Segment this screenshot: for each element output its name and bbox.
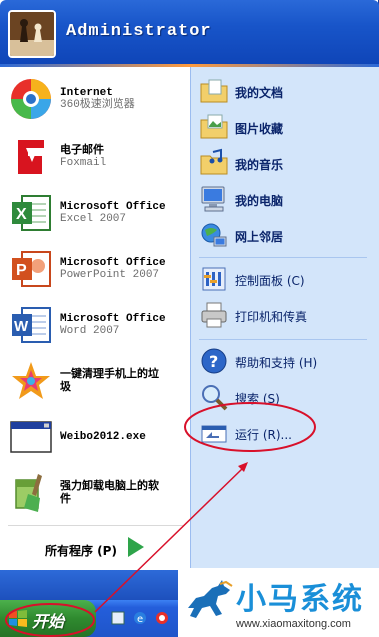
places-panel: 我的文档 图片收藏 我的音乐 我的电脑 网上邻居 控制面板 (C) 打印机和传真… bbox=[190, 67, 379, 570]
svg-text:X: X bbox=[16, 206, 27, 223]
place-my-computer[interactable]: 我的电脑 bbox=[197, 181, 375, 217]
computer-icon bbox=[199, 184, 229, 214]
browser-360-icon bbox=[8, 76, 54, 122]
start-label: 开始 bbox=[32, 612, 65, 631]
pictures-folder-icon bbox=[199, 112, 229, 142]
pinned-programs-panel: Internet 360极速浏览器 电子邮件 Foxmail X Microso… bbox=[0, 67, 190, 570]
music-folder-icon bbox=[199, 148, 229, 178]
program-title: 强力卸载电脑上的软 bbox=[60, 481, 159, 493]
program-subtitle: PowerPoint 2007 bbox=[60, 269, 160, 281]
place-label: 我的音乐 bbox=[235, 158, 284, 172]
all-programs-label: 所有程序 (P) bbox=[45, 544, 117, 558]
program-subtitle: Foxmail bbox=[60, 157, 107, 169]
documents-folder-icon bbox=[199, 76, 229, 106]
program-title: Microsoft Office bbox=[60, 201, 166, 213]
program-title: Weibo2012.exe bbox=[60, 431, 146, 443]
program-item-phone-cleaner[interactable]: 一键清理手机上的垃 圾 bbox=[0, 353, 190, 409]
program-title-line2: 件 bbox=[60, 494, 71, 506]
place-label: 控制面板 (C) bbox=[235, 274, 305, 288]
place-help[interactable]: ? 帮助和支持 (H) bbox=[197, 343, 375, 379]
ie-icon[interactable]: e bbox=[132, 610, 148, 626]
broom-icon bbox=[8, 470, 54, 516]
app-window-icon bbox=[8, 414, 54, 460]
search-icon bbox=[199, 382, 229, 412]
program-subtitle: 360极速浏览器 bbox=[60, 99, 135, 111]
program-item-excel[interactable]: X Microsoft Office Excel 2007 bbox=[0, 185, 190, 241]
horse-logo-icon bbox=[182, 574, 236, 632]
program-item-powerpoint[interactable]: P Microsoft Office PowerPoint 2007 bbox=[0, 241, 190, 297]
quick-launch-icon[interactable] bbox=[110, 610, 126, 626]
place-my-music[interactable]: 我的音乐 bbox=[197, 145, 375, 181]
svg-text:P: P bbox=[16, 262, 27, 279]
svg-text:W: W bbox=[14, 318, 29, 335]
place-label: 打印机和传真 bbox=[235, 310, 308, 324]
place-network[interactable]: 网上邻居 bbox=[197, 217, 375, 253]
program-item-word[interactable]: W Microsoft Office Word 2007 bbox=[0, 297, 190, 353]
place-label: 网上邻居 bbox=[235, 230, 284, 244]
separator bbox=[199, 257, 367, 258]
place-my-documents[interactable]: 我的文档 bbox=[197, 73, 375, 109]
word-icon: W bbox=[8, 302, 54, 348]
program-title: Microsoft Office bbox=[60, 313, 166, 325]
watermark: 小马系统 www.xiaomaxitong.com bbox=[178, 568, 379, 637]
program-item-internet[interactable]: Internet 360极速浏览器 bbox=[0, 71, 190, 127]
place-label: 我的电脑 bbox=[235, 194, 284, 208]
all-programs-button[interactable]: 所有程序 (P) bbox=[0, 531, 190, 567]
svg-text:?: ? bbox=[209, 352, 218, 371]
program-subtitle: Excel 2007 bbox=[60, 213, 127, 225]
place-label: 帮助和支持 (H) bbox=[235, 356, 318, 370]
help-icon: ? bbox=[199, 346, 229, 376]
excel-icon: X bbox=[8, 190, 54, 236]
cleaner-icon bbox=[8, 358, 54, 404]
program-title-line2: 圾 bbox=[60, 382, 71, 394]
program-subtitle: Word 2007 bbox=[60, 325, 120, 337]
separator bbox=[8, 525, 183, 526]
separator bbox=[199, 339, 367, 340]
place-search[interactable]: 搜索 (S) bbox=[197, 379, 375, 415]
run-icon bbox=[199, 418, 229, 448]
network-globe-icon bbox=[199, 220, 229, 250]
place-printers[interactable]: 打印机和传真 bbox=[197, 297, 375, 333]
place-label: 图片收藏 bbox=[235, 122, 284, 136]
place-label: 我的文档 bbox=[235, 86, 284, 100]
program-title: 电子邮件 bbox=[60, 145, 104, 157]
watermark-url: www.xiaomaxitong.com bbox=[236, 618, 351, 630]
svg-text:e: e bbox=[137, 614, 143, 625]
place-run[interactable]: 运行 (R)... bbox=[197, 415, 375, 451]
browser-icon[interactable] bbox=[154, 610, 170, 626]
watermark-brand: 小马系统 bbox=[236, 582, 364, 617]
menu-header: Administrator bbox=[0, 0, 379, 64]
windows-logo-icon bbox=[8, 609, 28, 629]
place-my-pictures[interactable]: 图片收藏 bbox=[197, 109, 375, 145]
control-panel-icon bbox=[199, 264, 229, 294]
arrow-right-icon bbox=[128, 537, 144, 557]
foxmail-icon bbox=[8, 134, 54, 180]
program-title: Microsoft Office bbox=[60, 257, 166, 269]
place-label: 运行 (R)... bbox=[235, 428, 292, 442]
printer-icon bbox=[199, 300, 229, 330]
powerpoint-icon: P bbox=[8, 246, 54, 292]
start-menu: Administrator Internet 360极速浏览器 电子邮件 Fox… bbox=[0, 0, 379, 600]
start-button[interactable]: 开始 bbox=[0, 600, 96, 637]
user-name: Administrator bbox=[66, 22, 212, 41]
program-item-weibo[interactable]: Weibo2012.exe bbox=[0, 409, 190, 465]
program-title: 一键清理手机上的垃 bbox=[60, 369, 159, 381]
user-avatar[interactable] bbox=[8, 10, 56, 58]
program-title: Internet bbox=[60, 87, 113, 99]
program-item-uninstaller[interactable]: 强力卸载电脑上的软 件 bbox=[0, 465, 190, 521]
program-item-email[interactable]: 电子邮件 Foxmail bbox=[0, 129, 190, 185]
place-label: 搜索 (S) bbox=[235, 392, 280, 406]
place-control-panel[interactable]: 控制面板 (C) bbox=[197, 261, 375, 297]
